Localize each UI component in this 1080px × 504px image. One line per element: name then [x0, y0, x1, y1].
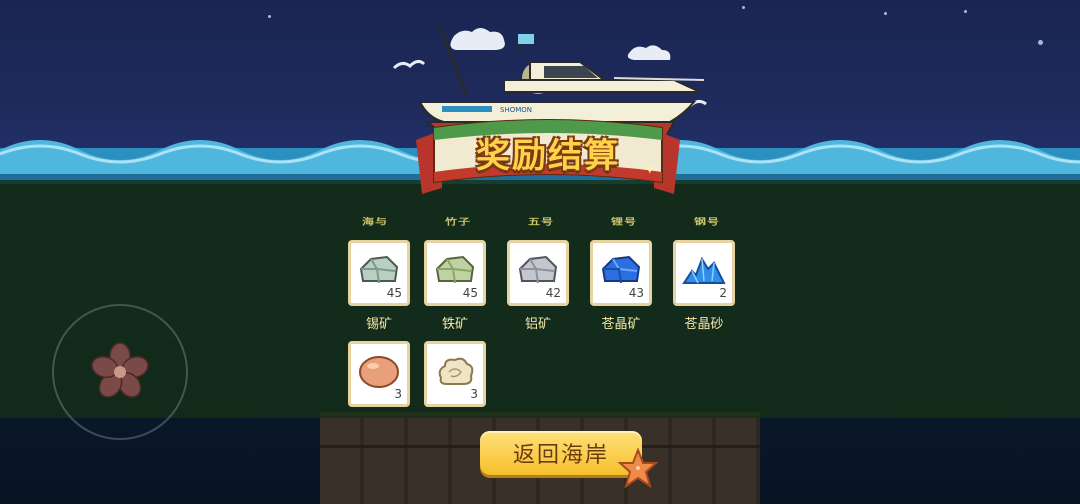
star-icon: [742, 6, 745, 9]
column-label: 海与: [361, 216, 388, 227]
item-name: 铁矿: [441, 317, 468, 332]
game-scene: SHOMON ✦ ✦ 奖励结算 海与 竹子 五号 锂号 钢号 45 45 42 …: [0, 0, 1080, 504]
item-count: 43: [628, 286, 644, 300]
item-count: 42: [545, 286, 561, 300]
item-count: 45: [386, 286, 402, 300]
star-icon: [884, 12, 887, 15]
reward-slot-aluminum-ore[interactable]: 42: [507, 240, 569, 306]
reward-slot-egg[interactable]: 3: [348, 341, 410, 407]
aluminum-ore-icon: [518, 255, 558, 284]
star-icon: [1038, 40, 1043, 45]
reward-slot-iron-ore[interactable]: 45: [424, 240, 486, 306]
item-count: 3: [394, 387, 402, 401]
item-name: 铝矿: [524, 317, 551, 332]
column-label: 锂号: [610, 216, 637, 227]
reward-slot-tin-ore[interactable]: 45: [348, 240, 410, 306]
item-name: 苍晶砂: [684, 317, 724, 332]
star-icon: [964, 10, 967, 13]
item-count: 3: [470, 387, 478, 401]
column-label: 五号: [527, 216, 554, 227]
reward-title: 奖励结算: [476, 136, 620, 176]
column-label: 钢号: [693, 216, 720, 227]
tin-ore-icon: [359, 255, 399, 284]
azure-crystal-sand-icon: [682, 256, 726, 284]
boat-name-plate: SHOMON: [500, 106, 532, 114]
fluff-icon: [438, 357, 474, 385]
star-icon: [268, 15, 271, 18]
item-count: 45: [462, 286, 478, 300]
azure-crystal-ore-icon: [601, 255, 641, 284]
item-name: 苍晶矿: [601, 317, 641, 332]
iron-ore-icon: [435, 255, 475, 284]
egg-icon: [359, 356, 399, 388]
starfish-icon: [618, 448, 658, 488]
reward-slot-fluff[interactable]: 3: [424, 341, 486, 407]
joystick-knob-flower-icon[interactable]: [90, 342, 150, 402]
item-count: 2: [719, 286, 727, 300]
item-name: 锡矿: [365, 317, 392, 332]
column-label: 竹子: [444, 216, 471, 227]
reward-slot-azure-crystal-sand[interactable]: 2: [673, 240, 735, 306]
reward-slot-azure-crystal-ore[interactable]: 43: [590, 240, 652, 306]
